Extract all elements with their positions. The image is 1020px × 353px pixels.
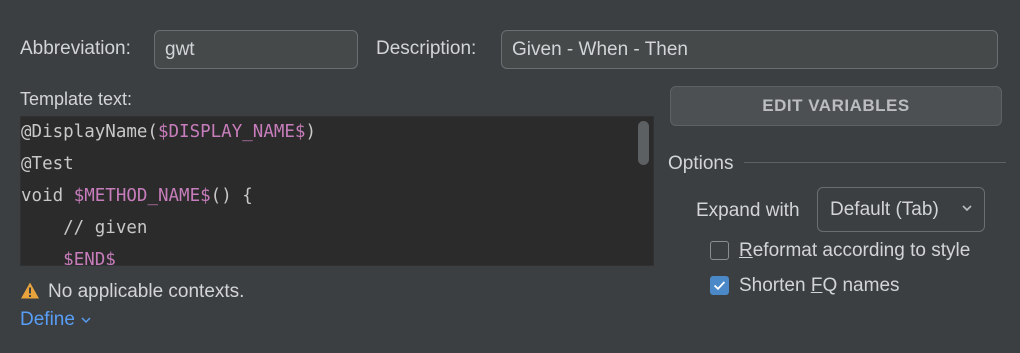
reformat-checkbox-box[interactable] bbox=[710, 241, 729, 260]
define-link[interactable]: Define bbox=[20, 309, 92, 331]
chevron-down-icon bbox=[962, 205, 972, 212]
reformat-label-post: eformat according to style bbox=[752, 240, 971, 261]
template-variable: $END$ bbox=[63, 250, 116, 266]
template-variable: $METHOD_NAME$ bbox=[73, 186, 211, 206]
editor-scrollbar[interactable] bbox=[638, 121, 649, 165]
template-code bbox=[21, 250, 63, 265]
reformat-checkbox[interactable] bbox=[710, 241, 729, 260]
abbreviation-input[interactable] bbox=[154, 30, 358, 69]
template-line: @DisplayName($DISPLAY_NAME$) bbox=[21, 117, 317, 148]
options-title: Options bbox=[668, 153, 734, 174]
edit-variables-button[interactable]: EDIT VARIABLES bbox=[670, 86, 1002, 126]
shorten-label-post: Q names bbox=[822, 275, 900, 296]
shorten-fq-checkbox-box[interactable] bbox=[710, 276, 729, 295]
checkmark-icon bbox=[713, 281, 726, 291]
warning-triangle-icon bbox=[21, 282, 39, 299]
shorten-fq-checkbox[interactable] bbox=[710, 276, 729, 295]
reformat-mnemonic: R bbox=[739, 240, 753, 261]
template-variable: $DISPLAY_NAME$ bbox=[157, 122, 306, 142]
template-text-label: Template text: bbox=[20, 89, 133, 109]
template-code: @DisplayName( bbox=[21, 122, 158, 142]
description-input[interactable] bbox=[501, 30, 998, 69]
expand-with-label: Expand with bbox=[696, 200, 800, 221]
template-code: () { bbox=[210, 186, 253, 206]
template-code: ) bbox=[305, 122, 317, 142]
chevron-down-icon bbox=[81, 317, 91, 324]
template-code: @Test bbox=[21, 154, 74, 174]
warning-text: No applicable contexts. bbox=[48, 281, 245, 302]
expand-with-select[interactable]: Default (Tab) bbox=[817, 187, 985, 232]
template-code: // given bbox=[21, 218, 148, 238]
description-label: Description: bbox=[376, 38, 477, 59]
shorten-label-pre: Shorten bbox=[739, 275, 811, 296]
abbreviation-label: Abbreviation: bbox=[20, 38, 131, 59]
options-separator bbox=[744, 162, 1006, 163]
template-line: $END$ bbox=[21, 244, 116, 266]
template-line: // given bbox=[21, 212, 147, 244]
template-code: void bbox=[21, 186, 74, 206]
define-label: Define bbox=[20, 309, 75, 330]
shorten-mnemonic: F bbox=[810, 275, 823, 296]
reformat-label[interactable]: Reformat according to style bbox=[739, 240, 970, 262]
template-text-editor[interactable]: @DisplayName($DISPLAY_NAME$) @Test void $M… bbox=[20, 116, 654, 266]
shorten-fq-label[interactable]: Shorten FQ names bbox=[739, 275, 900, 297]
template-line: void $METHOD_NAME$() { bbox=[21, 180, 253, 212]
template-line: @Test bbox=[21, 148, 74, 180]
expand-with-value: Default (Tab) bbox=[830, 198, 939, 220]
